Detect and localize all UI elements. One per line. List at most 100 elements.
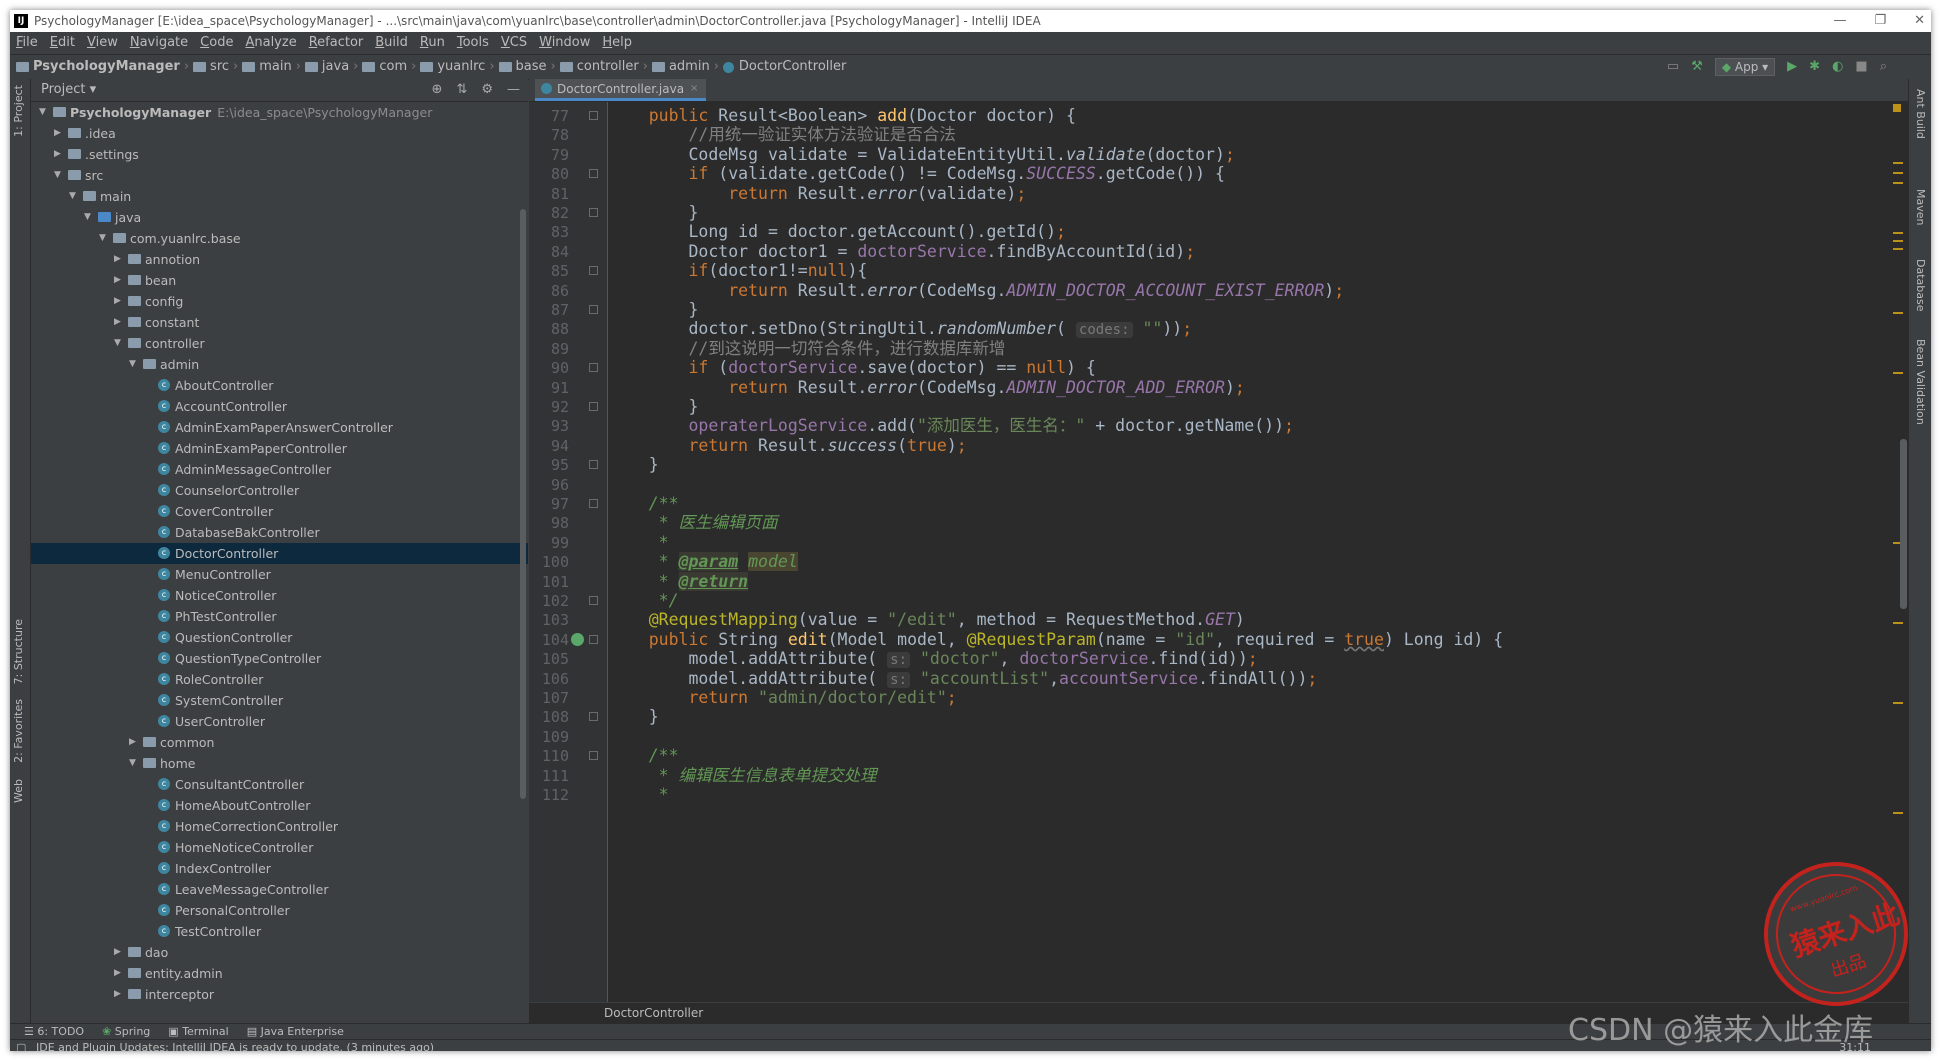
- fold-marker-icon[interactable]: [589, 111, 598, 120]
- stripe-mark[interactable]: [1893, 372, 1903, 374]
- code-line[interactable]: return Result.error(CodeMsg.ADMIN_DOCTOR…: [609, 376, 1245, 400]
- tree-folder-item[interactable]: ▶ interceptor: [31, 984, 528, 1005]
- collapsed-arrow-icon[interactable]: ▶: [129, 732, 136, 753]
- tree-class-item[interactable]: c CounselorController: [31, 480, 528, 501]
- close-tab-icon[interactable]: ×: [690, 78, 698, 100]
- tree-class-item[interactable]: c AboutController: [31, 375, 528, 396]
- tree-class-item[interactable]: c HomeCorrectionController: [31, 816, 528, 837]
- breadcrumb-item[interactable]: controller: [559, 55, 639, 79]
- tree-class-item[interactable]: c DatabaseBakController: [31, 522, 528, 543]
- tab-database[interactable]: Database: [1914, 259, 1927, 312]
- stripe-mark[interactable]: [1893, 702, 1903, 704]
- tree-class-item[interactable]: c QuestionTypeController: [31, 648, 528, 669]
- tree-folder-item[interactable]: ▶ entity.admin: [31, 963, 528, 984]
- tree-class-item[interactable]: c HomeNoticeController: [31, 837, 528, 858]
- stripe-mark[interactable]: [1893, 182, 1903, 184]
- tree-class-item[interactable]: c PersonalController: [31, 900, 528, 921]
- tree-folder-item[interactable]: ▼ home: [31, 753, 528, 774]
- breadcrumb-item[interactable]: admin: [651, 55, 710, 79]
- collapsed-arrow-icon[interactable]: ▶: [114, 942, 121, 963]
- fold-marker-icon[interactable]: [589, 751, 598, 761]
- fold-marker-icon[interactable]: [589, 596, 598, 605]
- run-config-select[interactable]: ◆ App ▾: [1714, 58, 1776, 76]
- collapsed-arrow-icon[interactable]: ▶: [114, 963, 121, 984]
- collapsed-arrow-icon[interactable]: ▶: [54, 144, 61, 165]
- breadcrumb-item[interactable]: java: [304, 55, 349, 79]
- tree-class-item[interactable]: c MenuController: [31, 564, 528, 585]
- editor-scrollbar[interactable]: [1900, 439, 1907, 609]
- gear-icon[interactable]: ⚙: [481, 79, 493, 101]
- tree-class-item[interactable]: c AdminMessageController: [31, 459, 528, 480]
- menu-refactor[interactable]: Refactor: [309, 32, 364, 54]
- project-view-select[interactable]: Project ▾: [41, 79, 96, 101]
- fold-marker-icon[interactable]: [589, 169, 598, 179]
- stripe-mark[interactable]: [1893, 622, 1903, 624]
- tree-class-item[interactable]: c UserController: [31, 711, 528, 732]
- tree-folder-item[interactable]: ▶ constant: [31, 312, 528, 333]
- tree-folder-item[interactable]: ▶ dao: [31, 942, 528, 963]
- tree-folder-item[interactable]: ▼ src: [31, 165, 528, 186]
- stripe-mark[interactable]: [1893, 240, 1903, 242]
- menu-run[interactable]: Run: [420, 32, 445, 54]
- search-icon[interactable]: ⌕: [1880, 55, 1887, 79]
- tab-maven[interactable]: Maven: [1914, 189, 1927, 225]
- hide-icon[interactable]: —: [507, 79, 520, 101]
- close-button[interactable]: ✕: [1914, 10, 1925, 32]
- tab-favorites[interactable]: 2: Favorites: [12, 699, 25, 763]
- tree-folder-item[interactable]: ▼ main: [31, 186, 528, 207]
- code-line[interactable]: return "admin/doctor/edit";: [609, 686, 956, 710]
- tree-folder-item[interactable]: ▶ config: [31, 291, 528, 312]
- tab-doctor-controller[interactable]: DoctorController.java ×: [535, 78, 707, 101]
- tree-folder-item[interactable]: ▼ PsychologyManager E:\idea_space\Psycholo…: [31, 102, 528, 123]
- tree-folder-item[interactable]: ▶ .idea: [31, 123, 528, 144]
- expanded-arrow-icon[interactable]: ▼: [129, 753, 136, 774]
- stripe-mark[interactable]: [1893, 162, 1903, 164]
- tree-class-item[interactable]: c HomeAboutController: [31, 795, 528, 816]
- expanded-arrow-icon[interactable]: ▼: [99, 228, 106, 249]
- fold-marker-icon[interactable]: [589, 305, 598, 314]
- collapsed-arrow-icon[interactable]: ▶: [54, 123, 61, 144]
- expanded-arrow-icon[interactable]: ▼: [84, 207, 91, 228]
- expanded-arrow-icon[interactable]: ▼: [69, 186, 76, 207]
- collapsed-arrow-icon[interactable]: ▶: [114, 984, 121, 1005]
- minimize-button[interactable]: —: [1833, 10, 1846, 32]
- menu-window[interactable]: Window: [539, 32, 590, 54]
- tree-folder-item[interactable]: ▶ common: [31, 732, 528, 753]
- tree-class-item[interactable]: c LeaveMessageController: [31, 879, 528, 900]
- code-line[interactable]: *: [609, 783, 669, 807]
- tree-folder-item[interactable]: ▶ bean: [31, 270, 528, 291]
- fold-marker-icon[interactable]: [589, 363, 598, 373]
- tree-folder-item[interactable]: ▶ annotion: [31, 249, 528, 270]
- status-toggle-icon[interactable]: ▢: [16, 1040, 26, 1051]
- breadcrumb-item[interactable]: yuanlrc: [420, 55, 485, 79]
- tab-web[interactable]: Web: [12, 779, 25, 803]
- code-line[interactable]: }: [609, 705, 659, 729]
- tab-structure[interactable]: 7: Structure: [12, 619, 25, 684]
- tree-class-item[interactable]: c AccountController: [31, 396, 528, 417]
- menu-navigate[interactable]: Navigate: [130, 32, 188, 54]
- tree-class-item[interactable]: c TestController: [31, 921, 528, 942]
- collapsed-arrow-icon[interactable]: ▶: [114, 249, 121, 270]
- stripe-mark[interactable]: [1893, 248, 1903, 250]
- stripe-mark[interactable]: [1893, 312, 1903, 314]
- stripe-mark[interactable]: [1893, 232, 1903, 234]
- coverage-icon[interactable]: ◐: [1832, 55, 1843, 79]
- stripe-mark[interactable]: [1893, 172, 1903, 174]
- fold-marker-icon[interactable]: [589, 402, 598, 411]
- stripe-mark[interactable]: [1893, 812, 1903, 814]
- tree-class-item[interactable]: c QuestionController: [31, 627, 528, 648]
- tree-folder-item[interactable]: ▼ java: [31, 207, 528, 228]
- breadcrumb-item[interactable]: base: [498, 55, 547, 79]
- tree-class-item[interactable]: c RoleController: [31, 669, 528, 690]
- tab-bean-validation[interactable]: Bean Validation: [1914, 339, 1927, 425]
- expanded-arrow-icon[interactable]: ▼: [54, 165, 61, 186]
- spring-bean-icon[interactable]: [571, 632, 584, 646]
- collapsed-arrow-icon[interactable]: ▶: [114, 291, 121, 312]
- run-icon[interactable]: ▶: [1787, 55, 1797, 79]
- java-enterprise-tool[interactable]: ▤ Java Enterprise: [247, 1024, 344, 1040]
- locate-icon[interactable]: ⊕: [432, 79, 443, 101]
- collapsed-arrow-icon[interactable]: ▶: [114, 270, 121, 291]
- layout-icon[interactable]: ▭: [1667, 55, 1679, 79]
- tab-project[interactable]: 1: Project: [12, 85, 25, 137]
- menu-tools[interactable]: Tools: [457, 32, 489, 54]
